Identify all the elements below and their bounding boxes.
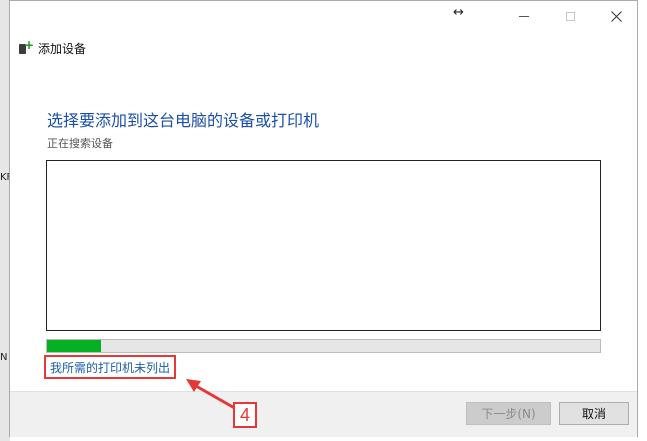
search-progress-bar xyxy=(46,339,601,353)
progress-fill xyxy=(47,340,101,352)
cancel-button[interactable]: 取消 xyxy=(559,402,629,425)
add-device-icon: + xyxy=(18,39,34,56)
page-heading: 选择要添加到这台电脑的设备或打印机 xyxy=(47,111,320,130)
dialog-footer: 下一步(N) 取消 xyxy=(10,391,637,437)
maximize-icon xyxy=(565,11,575,21)
close-button[interactable] xyxy=(593,1,639,31)
device-list[interactable] xyxy=(46,160,601,331)
step-number-badge: 4 xyxy=(233,402,257,428)
add-device-dialog: ↔ + 添加设备 选择要添加到这台电脑的设备或打印机 正在搜索设备 我所需的打印… xyxy=(9,0,638,437)
background-text-fragment: N xyxy=(0,352,8,363)
next-button[interactable]: 下一步(N) xyxy=(466,402,551,425)
dialog-header: + 添加设备 xyxy=(18,39,86,57)
printer-not-listed-link[interactable]: 我所需的打印机未列出 xyxy=(44,355,177,379)
maximize-button[interactable] xyxy=(547,1,593,31)
title-bar[interactable]: ↔ xyxy=(10,1,637,31)
dialog-title: 添加设备 xyxy=(38,41,87,56)
minimize-button[interactable] xyxy=(501,1,547,31)
search-status: 正在搜索设备 xyxy=(47,137,113,150)
minimize-icon xyxy=(519,15,529,17)
close-icon xyxy=(610,10,622,22)
resize-horizontal-icon: ↔ xyxy=(453,5,464,20)
